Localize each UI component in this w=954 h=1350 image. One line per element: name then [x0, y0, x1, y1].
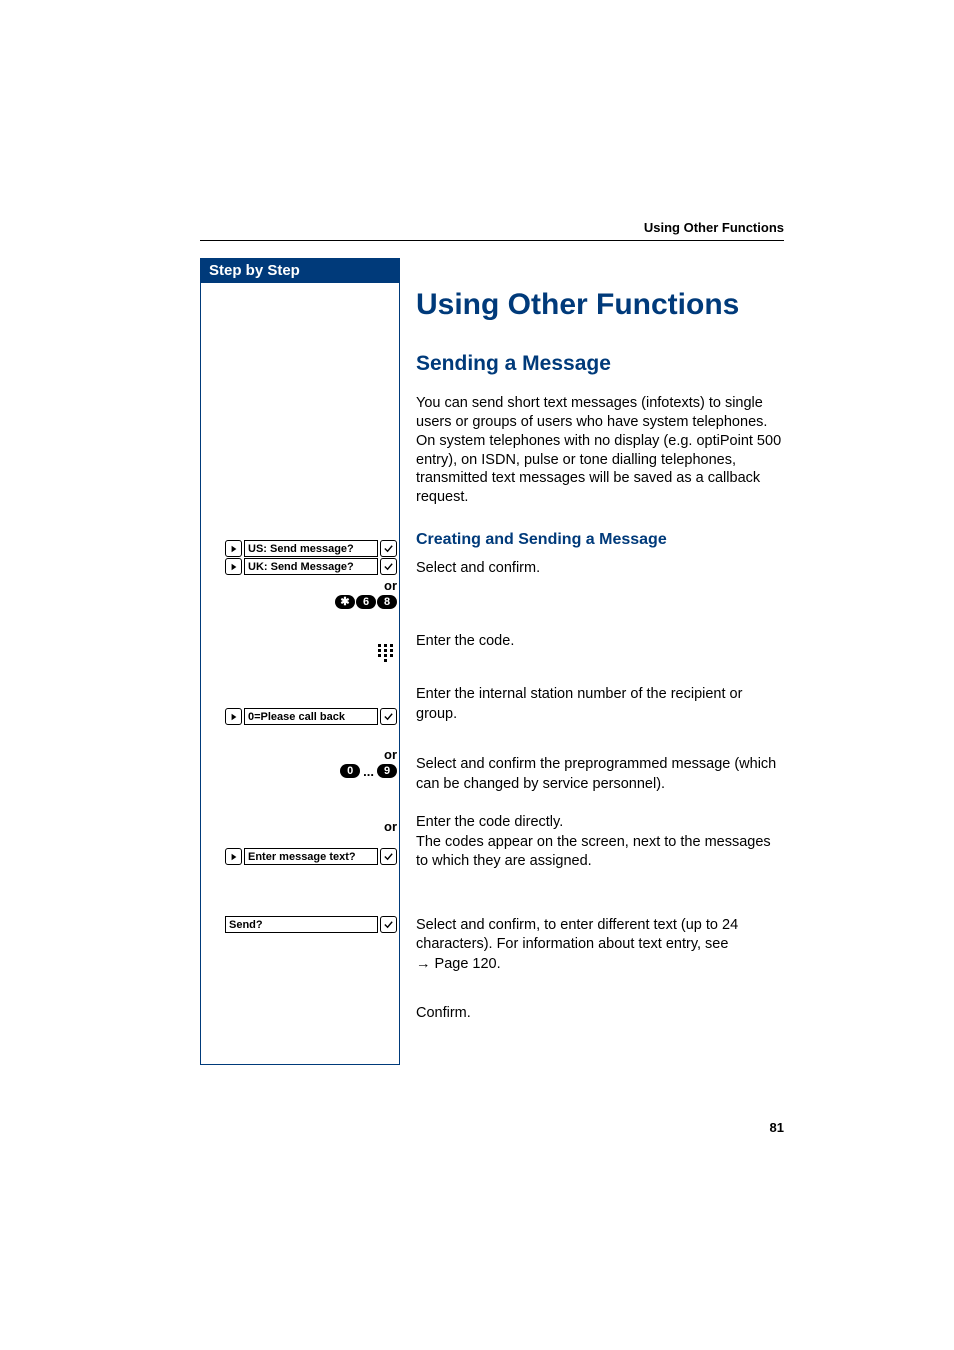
menu-row-send: Send? — [225, 916, 397, 933]
heading-1: Using Other Functions — [416, 288, 784, 322]
key-0[interactable]: 0 — [340, 764, 360, 778]
menu-label-please-call: 0=Please call back — [244, 708, 378, 725]
block-please-call: 0=Please call back or 0 ... 9 — [201, 708, 399, 778]
menu-row-us-send: US: Send message? — [225, 540, 397, 557]
or-label: or — [384, 820, 397, 833]
spacer — [201, 609, 399, 644]
intro-paragraph: You can send short text messages (infote… — [416, 394, 784, 507]
step-column: Step by Step US: Send message? UK: Send … — [200, 258, 400, 1065]
instr-direct: Enter the code directly. The codes appea… — [416, 813, 784, 872]
nav-next-icon[interactable] — [225, 848, 242, 865]
spacer — [201, 660, 399, 708]
arrow-icon: → — [416, 956, 435, 972]
menu-label-enter-text: Enter message text? — [244, 848, 378, 865]
menu-row-please-call: 0=Please call back — [225, 708, 397, 725]
menu-label-send: Send? — [225, 916, 378, 933]
block-or-2: or — [201, 820, 399, 833]
text-column: Using Other Functions Sending a Message … — [400, 258, 784, 1065]
page-ref-link[interactable]: Page 120. — [435, 956, 501, 972]
nav-next-icon[interactable] — [225, 708, 242, 725]
step-header: Step by Step — [201, 258, 399, 283]
instr-preprog: Select and confirm the preprogrammed mes… — [416, 755, 784, 813]
instr-direct-line1: Enter the code directly. — [416, 814, 563, 830]
running-header: Using Other Functions — [644, 220, 784, 235]
nav-next-icon[interactable] — [225, 558, 242, 575]
code-keys-0-9: 0 ... 9 — [340, 764, 397, 778]
instr-direct-line2: The codes appear on the screen, next to … — [416, 834, 771, 870]
instr-select: Select and confirm. — [416, 559, 784, 632]
heading-2: Sending a Message — [416, 352, 784, 376]
page: Using Other Functions 81 Step by Step US… — [0, 0, 954, 1350]
menu-row-enter-text: Enter message text? — [225, 848, 397, 865]
key-8[interactable]: 8 — [377, 595, 397, 609]
instr-station: Enter the internal station number of the… — [416, 685, 784, 755]
menu-label-uk-send: UK: Send Message? — [244, 558, 378, 575]
spacer — [201, 833, 399, 848]
menu-label-us-send: US: Send message? — [244, 540, 378, 557]
page-number: 81 — [770, 1120, 784, 1135]
header-rule — [200, 240, 784, 241]
ok-icon[interactable] — [380, 916, 397, 933]
spacer — [201, 934, 399, 1064]
spacer — [201, 283, 399, 540]
code-keys-68: ✱ 6 8 — [335, 595, 397, 609]
or-label: or — [384, 579, 397, 592]
dialpad-icon — [378, 644, 394, 660]
ok-icon[interactable] — [380, 540, 397, 557]
instr-confirm: Confirm. — [416, 1004, 784, 1024]
nav-next-icon[interactable] — [225, 540, 242, 557]
block-select-send: US: Send message? UK: Send Message? or ✱… — [201, 540, 399, 609]
instr-enter-text: Select and confirm, to enter different t… — [416, 916, 784, 975]
key-9[interactable]: 9 — [377, 764, 397, 778]
or-label: or — [384, 748, 397, 761]
block-send: Send? — [201, 916, 399, 934]
key-star[interactable]: ✱ — [335, 595, 355, 609]
ok-icon[interactable] — [380, 848, 397, 865]
heading-3: Creating and Sending a Message — [416, 531, 784, 549]
spacer — [201, 778, 399, 820]
spacer — [201, 866, 399, 916]
instr-enter-text-body: Select and confirm, to enter different t… — [416, 917, 738, 953]
ok-icon[interactable] — [380, 558, 397, 575]
content-columns: Step by Step US: Send message? UK: Send … — [200, 258, 784, 1065]
instr-code: Enter the code. — [416, 632, 784, 685]
menu-row-uk-send: UK: Send Message? — [225, 558, 397, 575]
block-dialpad — [201, 644, 399, 660]
range-dots: ... — [361, 765, 376, 778]
block-enter-text: Enter message text? — [201, 848, 399, 866]
ok-icon[interactable] — [380, 708, 397, 725]
key-6[interactable]: 6 — [356, 595, 376, 609]
